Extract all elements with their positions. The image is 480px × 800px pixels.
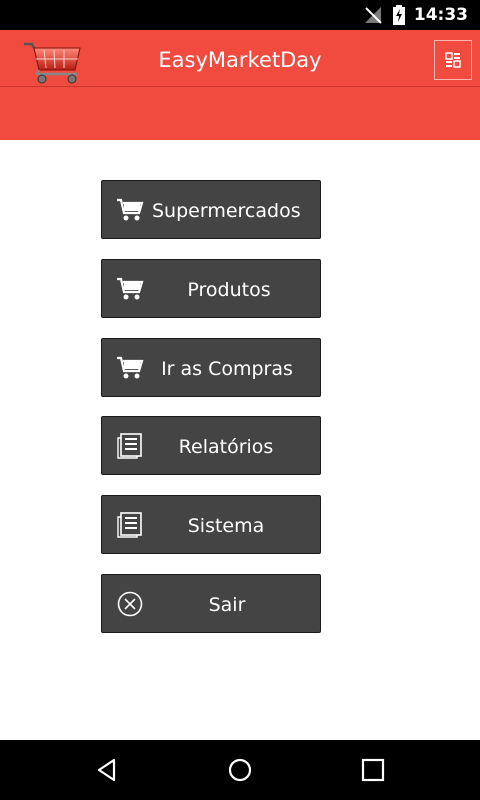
ir-as-compras-label: Ir as Compras (161, 358, 293, 380)
overflow-menu-button[interactable] (434, 40, 472, 80)
sair-button[interactable]: Sair (101, 574, 321, 633)
produtos-label: Produtos (187, 279, 271, 301)
app-title: EasyMarketDay (158, 48, 322, 72)
relatorios-button[interactable]: Relatórios (101, 416, 321, 475)
overflow-menu-icon (445, 52, 461, 68)
sistema-label: Sistema (187, 515, 265, 537)
app-header: EasyMarketDay (0, 30, 480, 140)
home-icon[interactable] (227, 757, 253, 783)
cart-icon (117, 198, 144, 221)
status-bar: 14:33 (0, 0, 480, 30)
supermercados-label: Supermercados (152, 200, 301, 222)
relatorios-label: Relatórios (178, 436, 274, 458)
toolbar: EasyMarketDay (0, 30, 480, 87)
sistema-button[interactable]: Sistema (101, 495, 321, 554)
sair-label: Sair (208, 594, 246, 616)
clock: 14:33 (413, 5, 468, 25)
navigation-bar (0, 740, 480, 800)
produtos-button[interactable]: Produtos (101, 259, 321, 318)
ir-as-compras-button[interactable]: Ir as Compras (101, 338, 321, 397)
back-icon[interactable] (94, 757, 120, 783)
no-signal-icon (364, 7, 382, 24)
supermercados-button[interactable]: Supermercados (101, 180, 321, 239)
recents-icon[interactable] (360, 757, 386, 783)
battery-charging-icon (392, 5, 405, 25)
